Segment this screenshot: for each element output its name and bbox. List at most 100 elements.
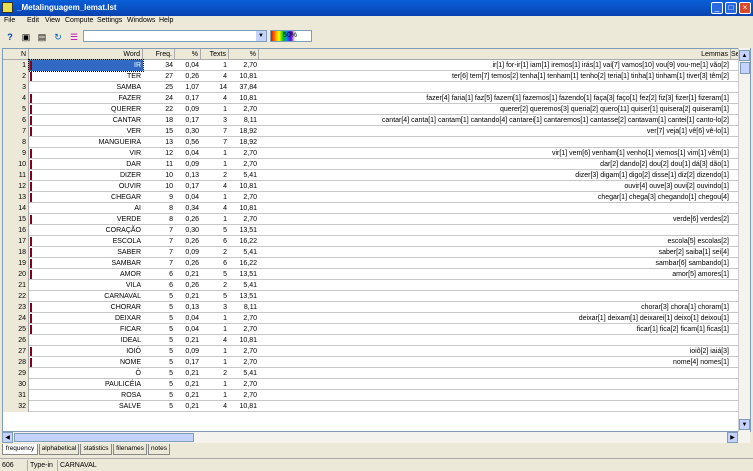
menu-file[interactable]: File	[4, 17, 15, 24]
close-button[interactable]: ×	[739, 2, 751, 14]
cell-word[interactable]: MANGUEIRA	[29, 137, 143, 148]
col-header-texts[interactable]: Texts	[201, 49, 229, 60]
cell-word[interactable]: SALVE	[29, 401, 143, 412]
table-row[interactable]: 25 FICAR 5 0,04 1 2,70 ficar[1] fica[2] ficam[…	[3, 324, 743, 335]
table-row[interactable]: 14 AI 8 0,34 4 10,81	[3, 203, 743, 214]
cell-word[interactable]: SAMBAR	[29, 258, 143, 269]
col-header-pct[interactable]: %	[175, 49, 201, 60]
help-icon[interactable]: ?	[4, 31, 16, 43]
table-row[interactable]: 20 AMOR 6 0,21 5 13,51 amor[5] amores[1]	[3, 269, 743, 280]
cell-word[interactable]: Ô	[29, 368, 143, 379]
table-row[interactable]: 9 VIR 12 0,04 1 2,70 vir[1] vem[6] venham[1] v…	[3, 148, 743, 159]
cell-word[interactable]: VER	[29, 126, 143, 137]
cell-word[interactable]: SAMBA	[29, 82, 143, 93]
table-row[interactable]: 18 SABER 7 0,09 2 5,41 saber[2] saiba[1] sei[4…	[3, 247, 743, 258]
cell-word[interactable]: VILA	[29, 280, 143, 291]
cell-word[interactable]: VIR	[29, 148, 143, 159]
cell-word[interactable]: CANTAR	[29, 115, 143, 126]
tab-notes[interactable]: notes	[148, 444, 170, 455]
cell-word[interactable]: IDEAL	[29, 335, 143, 346]
col-header-freq[interactable]: Freq.	[143, 49, 175, 60]
menu-help[interactable]: Help	[159, 17, 173, 24]
col-header-pct2[interactable]: %	[229, 49, 259, 60]
cell-word[interactable]: SABER	[29, 247, 143, 258]
print-preview-icon[interactable]: ▤	[36, 31, 48, 43]
save-icon[interactable]: ▣	[20, 31, 32, 43]
menu-view[interactable]: View	[45, 17, 60, 24]
col-header-word[interactable]: Word	[29, 49, 143, 60]
table-row[interactable]: 29 Ô 5 0,21 2 5,41	[3, 368, 743, 379]
table-row[interactable]: 27 IOIÔ 5 0,09 1 2,70 ioiô[2] iaiá[3]	[3, 346, 743, 357]
cell-word[interactable]: NOME	[29, 357, 143, 368]
cell-word[interactable]: FICAR	[29, 324, 143, 335]
table-row[interactable]: 6 CANTAR 18 0,17 3 8,11 cantar[4] canta[1] can…	[3, 115, 743, 126]
table-row[interactable]: 11 DIZER 10 0,13 2 5,41 dizer[3] digam[1] digo…	[3, 170, 743, 181]
table-row[interactable]: 4 FAZER 24 0,17 4 10,81 fazer[4] faria[1] faz[…	[3, 93, 743, 104]
table-row[interactable]: 16 CORAÇÃO 7 0,30 5 13,51	[3, 225, 743, 236]
table-row[interactable]: 19 SAMBAR 7 0,26 6 16,22 sambar[6] sambando[1]	[3, 258, 743, 269]
minimize-button[interactable]: _	[711, 2, 723, 14]
tab-filenames[interactable]: filenames	[113, 444, 147, 455]
scroll-down-icon[interactable]: ▼	[739, 419, 750, 430]
cell-word[interactable]: PAULICÉIA	[29, 379, 143, 390]
tab-statistics[interactable]: statistics	[80, 444, 112, 455]
cell-word[interactable]: DEIXAR	[29, 313, 143, 324]
table-row[interactable]: 28 NOME 5 0,17 1 2,70 nome[4] nomes[1]	[3, 357, 743, 368]
cell-word[interactable]: AMOR	[29, 269, 143, 280]
table-row[interactable]: 8 MANGUEIRA 13 0,56 7 18,92	[3, 137, 743, 148]
table-row[interactable]: 30 PAULICÉIA 5 0,21 1 2,70	[3, 379, 743, 390]
tab-frequency[interactable]: frequency	[2, 444, 38, 455]
tab-alphabetical[interactable]: alphabetical	[39, 444, 79, 455]
cell-word[interactable]: OUVIR	[29, 181, 143, 192]
table-row[interactable]: 17 ESCOLA 7 0,26 6 16,22 escola[5] escolas[2]	[3, 236, 743, 247]
table-row[interactable]: 26 IDEAL 5 0,21 4 10,81	[3, 335, 743, 346]
table-row[interactable]: 32 SALVE 5 0,21 4 10,81	[3, 401, 743, 412]
scroll-left-icon[interactable]: ◀	[2, 432, 13, 443]
cell-word[interactable]: DIZER	[29, 170, 143, 181]
chevron-down-icon[interactable]: ▼	[256, 31, 266, 41]
cell-word[interactable]: IOIÔ	[29, 346, 143, 357]
list-icon[interactable]: ☰	[68, 31, 80, 43]
scroll-right-icon[interactable]: ▶	[727, 432, 738, 443]
table-row[interactable]: 5 QUERER 22 0,09 1 2,70 querer[2] queremos[3] …	[3, 104, 743, 115]
hscroll-thumb[interactable]	[14, 433, 194, 442]
cell-word[interactable]: TER	[29, 71, 143, 82]
scroll-up-icon[interactable]: ▲	[739, 50, 750, 61]
cell-word[interactable]: DAR	[29, 159, 143, 170]
cell-word[interactable]: ESCOLA	[29, 236, 143, 247]
cell-word[interactable]: CHEGAR	[29, 192, 143, 203]
menu-compute[interactable]: Compute	[65, 17, 93, 24]
table-row[interactable]: 2 TER 27 0,26 4 10,81 ter[6] tem[7] temos[2] t…	[3, 71, 743, 82]
col-header-lemmas[interactable]: Lemmas	[259, 49, 731, 60]
cell-word[interactable]: FAZER	[29, 93, 143, 104]
cell-word[interactable]: CHORAR	[29, 302, 143, 313]
cell-word[interactable]: CARNAVAL	[29, 291, 143, 302]
table-row[interactable]: 21 VILA 6 0,26 2 5,41	[3, 280, 743, 291]
cell-word[interactable]: IR	[28, 59, 144, 72]
vertical-scrollbar[interactable]: ▲ ▼	[738, 48, 750, 432]
refresh-icon[interactable]: ↻	[52, 31, 64, 43]
horizontal-scrollbar[interactable]: ◀ ▶	[2, 432, 750, 443]
table-row[interactable]: 1 IR 34 0,04 1 2,70 ir[1] for-ir[1] iam[1] ire…	[3, 59, 743, 72]
col-header-n[interactable]: N	[3, 49, 29, 60]
cell-word[interactable]: QUERER	[29, 104, 143, 115]
table-row[interactable]: 7 VER 15 0,30 7 18,92 ver[7] veja[1] vê[6] vê-…	[3, 126, 743, 137]
maximize-button[interactable]: □	[725, 2, 737, 14]
table-row[interactable]: 12 OUVIR 10 0,17 4 10,81 ouvir[4] ouve[3] ouvi…	[3, 181, 743, 192]
table-row[interactable]: 24 DEIXAR 5 0,04 1 2,70 deixar[1] deixam[1] de…	[3, 313, 743, 324]
scroll-thumb[interactable]	[740, 62, 750, 74]
table-row[interactable]: 10 DAR 11 0,09 1 2,70 dar[2] dando[2] dou[2] d…	[3, 159, 743, 170]
table-row[interactable]: 15 VERDE 8 0,26 1 2,70 verde[6] verdes[2]	[3, 214, 743, 225]
table-row[interactable]: 23 CHORAR 5 0,13 3 8,11 chorar[3] chora[1] cho…	[3, 302, 743, 313]
menu-edit[interactable]: Edit	[27, 17, 39, 24]
table-row[interactable]: 13 CHEGAR 9 0,04 1 2,70 chegar[1] chega[3] che…	[3, 192, 743, 203]
table-row[interactable]: 22 CARNAVAL 5 0,21 5 13,51	[3, 291, 743, 302]
cell-word[interactable]: CORAÇÃO	[29, 225, 143, 236]
table-row[interactable]: 31 ROSA 5 0,21 1 2,70	[3, 390, 743, 401]
search-combo[interactable]: ▼	[83, 30, 267, 42]
menu-windows[interactable]: Windows	[127, 17, 155, 24]
cell-word[interactable]: VERDE	[29, 214, 143, 225]
menu-settings[interactable]: Settings	[97, 17, 122, 24]
cell-word[interactable]: ROSA	[29, 390, 143, 401]
table-row[interactable]: 3 SAMBA 25 1,07 14 37,84	[3, 82, 743, 93]
